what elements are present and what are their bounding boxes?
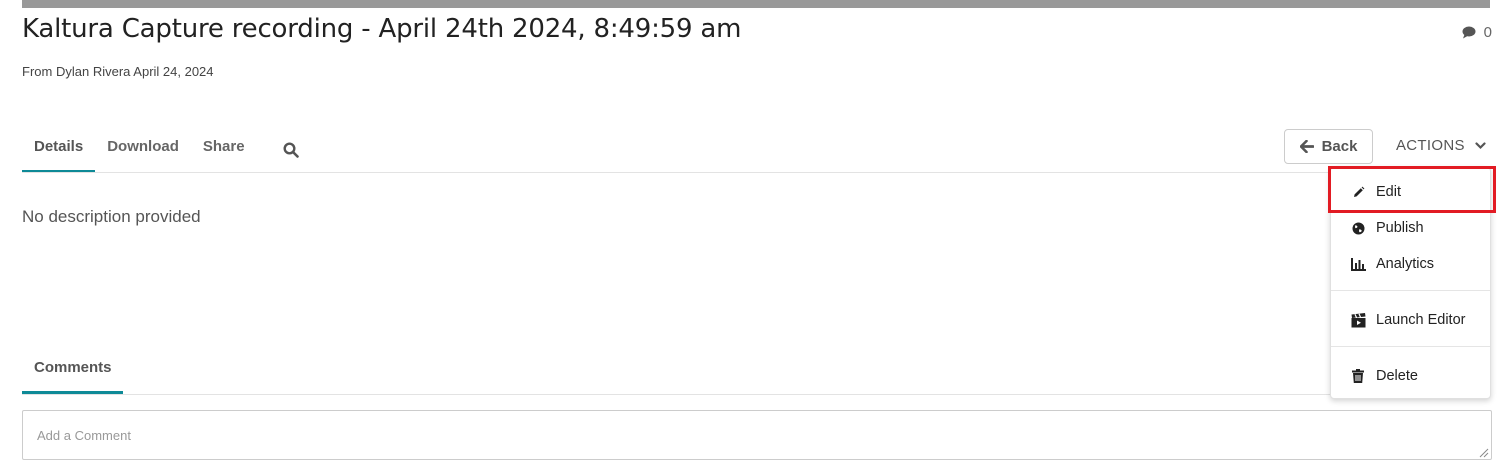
menu-item-label: Publish — [1376, 220, 1424, 236]
menu-item-label: Edit — [1376, 184, 1401, 200]
menu-item-analytics[interactable]: Analytics — [1331, 247, 1490, 281]
back-button[interactable]: Back — [1284, 129, 1373, 164]
comment-count-value: 0 — [1483, 24, 1492, 41]
search-button[interactable] — [283, 142, 299, 173]
menu-item-label: Analytics — [1376, 256, 1435, 272]
media-description: No description provided — [22, 207, 201, 226]
actions-menu: Edit Publish Analytics Launch Editor Del… — [1330, 167, 1491, 399]
chevron-down-icon — [1475, 141, 1486, 149]
byline-prefix: From — [22, 64, 53, 79]
resize-grip-icon[interactable] — [1479, 448, 1489, 458]
menu-item-edit[interactable]: Edit — [1331, 175, 1490, 209]
actions-dropdown-button[interactable]: ACTIONS — [1396, 137, 1486, 154]
menu-item-launch-editor[interactable]: Launch Editor — [1331, 303, 1490, 337]
author-name[interactable]: Dylan Rivera — [56, 64, 130, 79]
search-icon — [283, 142, 299, 158]
menu-item-label: Launch Editor — [1376, 312, 1466, 328]
menu-item-label: Delete — [1376, 368, 1418, 384]
comment-icon — [1462, 26, 1476, 39]
publish-date: April 24, 2024 — [133, 64, 214, 79]
page-title: Kaltura Capture recording - April 24th 2… — [22, 14, 742, 44]
globe-icon — [1350, 222, 1366, 235]
tab-share[interactable]: Share — [191, 128, 257, 173]
menu-item-delete[interactable]: Delete — [1331, 359, 1490, 393]
pencil-icon — [1350, 186, 1366, 199]
comments-tab-label: Comments — [34, 359, 112, 376]
menu-divider — [1331, 290, 1490, 291]
menu-item-publish[interactable]: Publish — [1331, 211, 1490, 245]
comments-divider — [22, 394, 1490, 395]
trash-icon — [1350, 369, 1366, 383]
actions-label: ACTIONS — [1396, 137, 1465, 154]
top-player-bar — [22, 0, 1490, 8]
tab-details[interactable]: Details — [22, 128, 96, 173]
details-tabs: Details Download Share — [22, 128, 299, 173]
tab-download[interactable]: Download — [95, 128, 191, 173]
arrow-left-icon — [1299, 140, 1314, 153]
comment-count[interactable]: 0 — [1462, 24, 1492, 41]
bar-chart-icon — [1350, 257, 1366, 271]
comment-input[interactable] — [22, 410, 1492, 460]
back-label: Back — [1321, 138, 1358, 155]
byline: From Dylan Rivera April 24, 2024 — [22, 64, 214, 79]
tab-comments[interactable]: Comments — [22, 350, 123, 394]
tabs-divider — [22, 172, 1490, 173]
menu-divider — [1331, 346, 1490, 347]
clapperboard-icon — [1350, 312, 1366, 328]
